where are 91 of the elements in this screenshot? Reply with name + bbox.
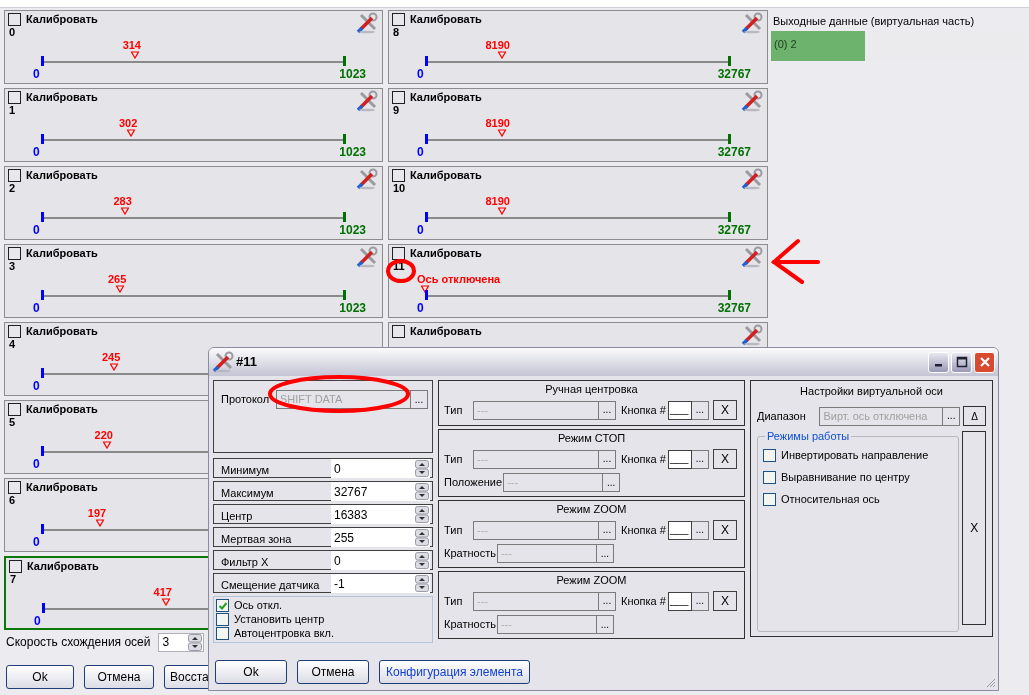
max-label: 1023 — [339, 68, 366, 81]
axis-number: 1 — [9, 104, 16, 117]
field-label: Тип — [444, 522, 464, 538]
min-label: 0 — [417, 224, 424, 237]
axis-value: 220 — [94, 429, 113, 441]
checkbox-label: Калибровать — [26, 403, 98, 416]
group-title: Режимы работы — [765, 429, 852, 443]
checkbox-label: Автоцентровка вкл. — [234, 627, 334, 640]
max-label: 32767 — [717, 224, 751, 237]
min-label: 0 — [33, 146, 40, 159]
output-cell: (0) 2 — [771, 31, 865, 61]
min-label: 0 — [33, 68, 40, 81]
field-label: Протокол — [221, 392, 271, 407]
checkbox-label: Калибровать — [26, 247, 98, 260]
max-label: 1023 — [339, 146, 366, 159]
axis-number: 6 — [9, 494, 16, 507]
checkbox-label: Калибровать — [410, 169, 482, 182]
group-title: Режим ZOOM — [555, 573, 628, 587]
field-label: Центр — [221, 510, 253, 523]
max-label: 1023 — [339, 302, 366, 315]
axis-value: 417 — [153, 586, 172, 598]
field-label: Максимум — [221, 487, 274, 500]
field-label: Фильтр X — [221, 556, 269, 569]
checkbox-label: Установить центр — [234, 613, 325, 626]
axis-number: 7 — [10, 573, 17, 586]
axis-number: 0 — [9, 26, 16, 39]
field-label: Кнопка # — [621, 451, 666, 467]
min-label: 0 — [33, 458, 40, 471]
axis-value: 283 — [113, 195, 132, 207]
min-label: 0 — [417, 146, 424, 159]
checkbox-label: Калибровать — [26, 169, 98, 182]
checkbox-label: Калибровать — [26, 91, 98, 104]
axis-value: 314 — [122, 39, 141, 51]
field-label: Скорость схождения осей — [6, 634, 151, 651]
axis-value: 265 — [108, 273, 127, 285]
min-label: 0 — [417, 302, 424, 315]
field-label: Смещение датчика — [221, 579, 320, 592]
checkbox-label: Калибровать — [26, 481, 98, 494]
group-title: Настройки виртуальной оси — [799, 384, 944, 398]
field-label: Кнопка # — [621, 522, 666, 538]
axis-value: 197 — [87, 507, 107, 519]
window-title: #11 — [236, 353, 257, 372]
field-label: Кнопка # — [621, 593, 666, 609]
axis-number: 2 — [9, 182, 16, 195]
field-label: Минимум — [221, 464, 270, 477]
checkbox-label: Калибровать — [410, 91, 482, 104]
axis-value: 8190 — [485, 117, 510, 129]
axis-value: 245 — [101, 351, 121, 363]
checkbox-label: Калибровать — [26, 13, 98, 26]
field-label: Тип — [444, 451, 464, 467]
checkbox-label: Калибровать — [410, 247, 482, 260]
checkbox-label: Выравнивание по центру — [781, 471, 910, 484]
min-label: 0 — [33, 380, 40, 393]
checkbox-label: Калибровать — [410, 13, 482, 26]
checkbox-label: Инвертировать направление — [781, 449, 929, 462]
min-label: 0 — [34, 615, 41, 628]
max-label: 32767 — [717, 68, 751, 81]
max-label: 32767 — [717, 146, 751, 159]
group-title: Ручная центровка — [544, 382, 639, 396]
field-label: Кратность — [444, 617, 496, 633]
checkbox-label: Калибровать — [27, 560, 99, 573]
axis-number: 5 — [9, 416, 16, 429]
section-title: Выходные данные (виртуальная часть) — [772, 14, 976, 28]
checkbox-label: Калибровать — [410, 325, 482, 338]
axis-number: 9 — [393, 104, 400, 117]
field-label: Диапазон — [757, 408, 807, 424]
axis-value: Ось отключена — [417, 273, 501, 285]
group-title: Режим СТОП — [556, 431, 627, 445]
axis-number: 4 — [9, 338, 16, 351]
field-label: Тип — [444, 402, 464, 418]
axis-value: 302 — [118, 117, 138, 129]
checkbox-label: Ось откл. — [234, 599, 283, 612]
min-label: 0 — [417, 68, 424, 81]
group-title: Режим ZOOM — [555, 502, 628, 516]
field-label: Тип — [444, 593, 464, 609]
axis-number: 3 — [9, 260, 16, 273]
checkbox-label: Относительная ось — [781, 493, 880, 506]
checkbox-label: Калибровать — [26, 325, 98, 338]
min-label: 0 — [33, 536, 40, 549]
field-label: Кнопка # — [621, 402, 666, 418]
field-label: Мертвая зона — [221, 533, 292, 546]
axis-number: 10 — [393, 182, 406, 195]
max-label: 1023 — [339, 224, 366, 237]
axis-value: 8190 — [485, 39, 510, 51]
axis-number: 8 — [393, 26, 400, 39]
max-label: 32767 — [717, 302, 751, 315]
field-label: Кратность — [444, 546, 496, 562]
min-label: 0 — [33, 302, 40, 315]
axis-value: 8190 — [485, 195, 510, 207]
min-label: 0 — [33, 224, 40, 237]
field-label: Положение — [444, 475, 503, 491]
